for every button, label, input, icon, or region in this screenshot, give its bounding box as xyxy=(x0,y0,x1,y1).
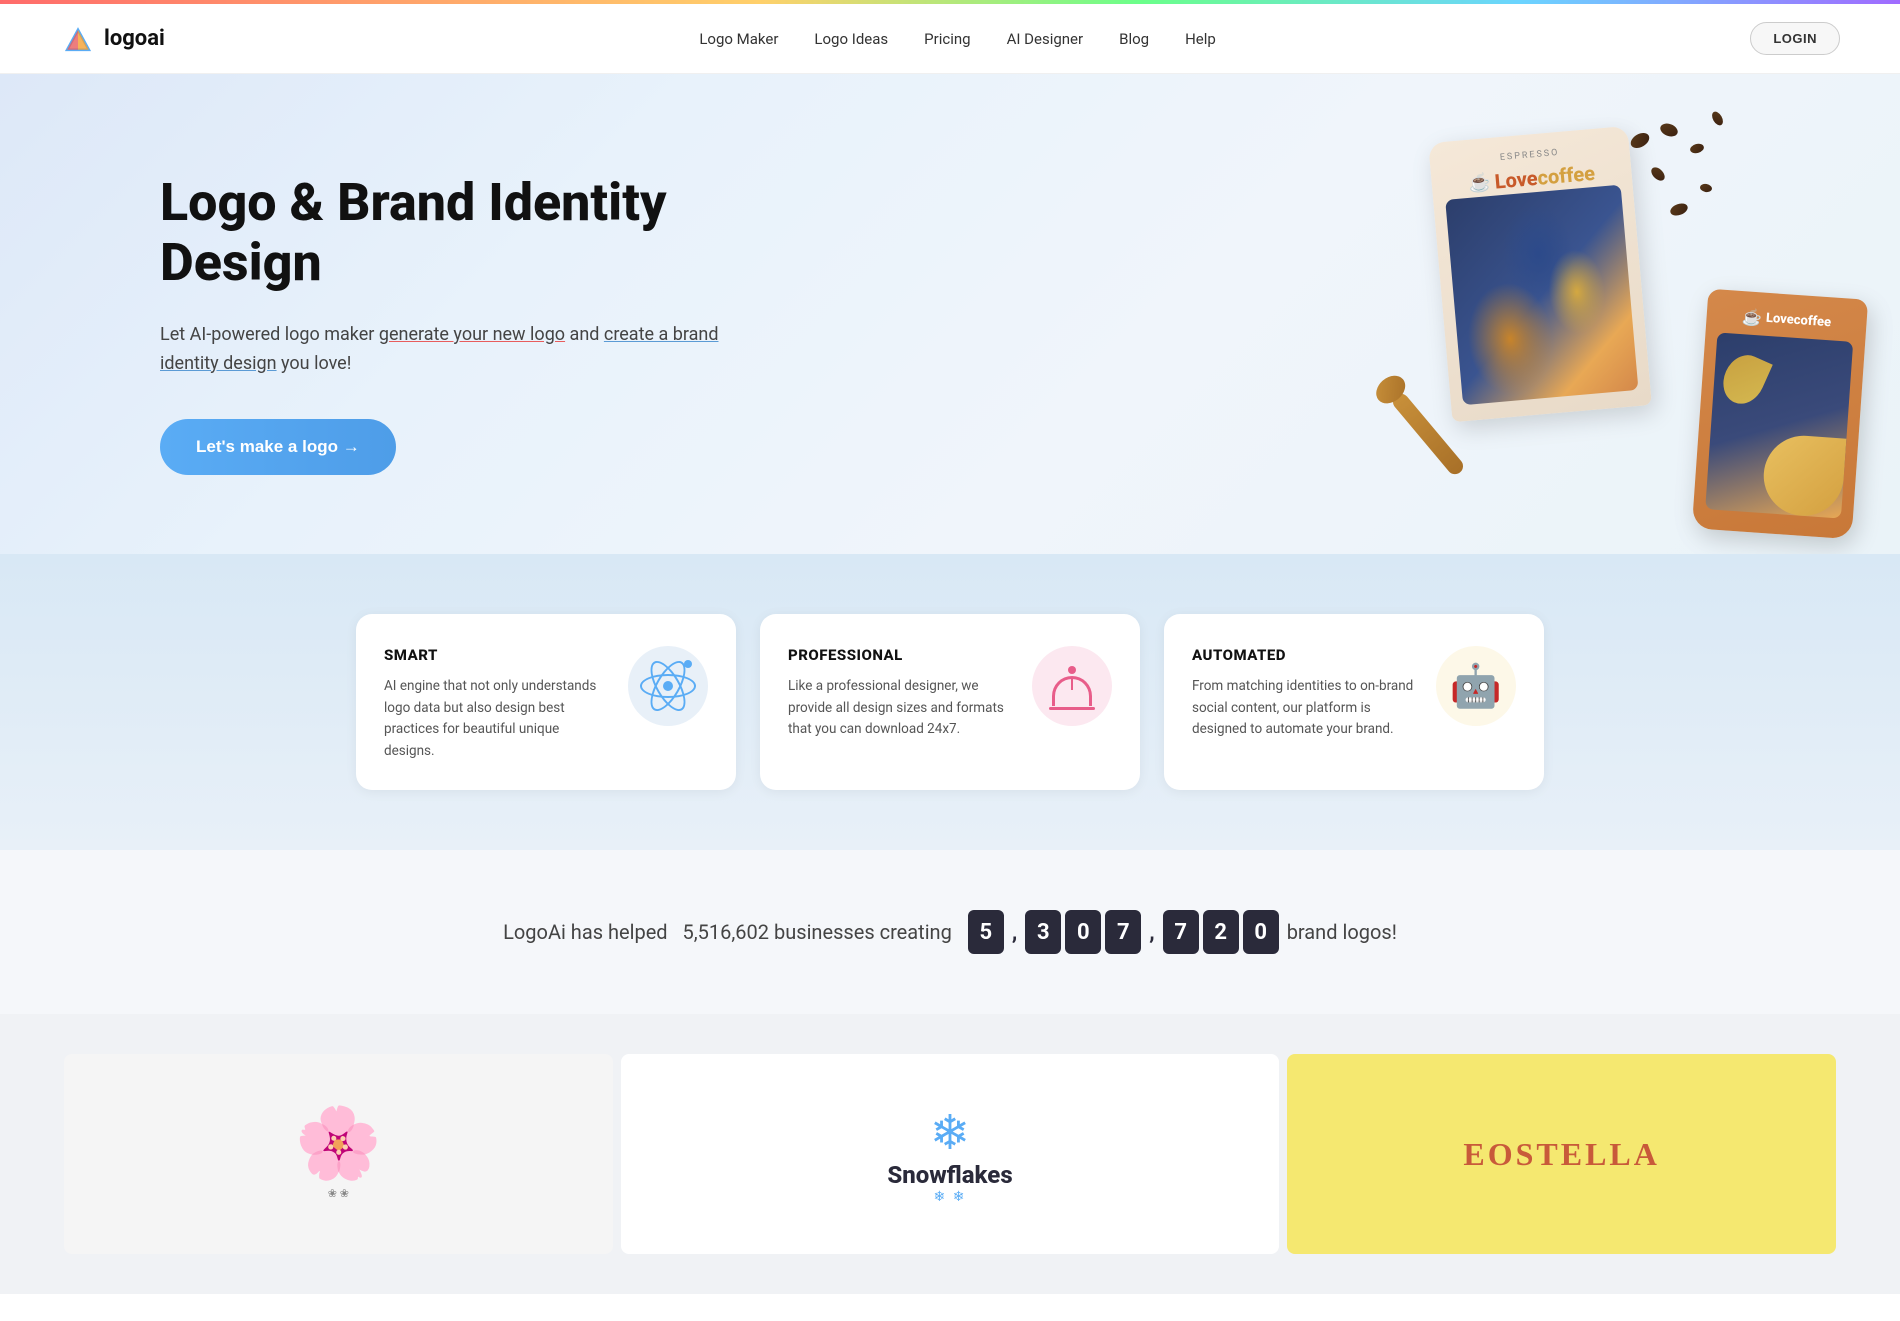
logo-text: logoai xyxy=(104,26,165,51)
hero-images: ESPRESSO ☕ Lovecoffee xyxy=(1360,114,1860,534)
cta-button[interactable]: Let's make a logo → xyxy=(160,419,396,475)
feature-automated-title: AUTOMATED xyxy=(1192,646,1416,664)
hero-subtitle: Let AI-powered logo maker generate your … xyxy=(160,321,720,379)
hero-section: Logo & Brand Identity Design Let AI-powe… xyxy=(0,74,1900,554)
features-section: SMART AI engine that not only understand… xyxy=(0,554,1900,850)
digit-0: 0 xyxy=(1065,910,1101,954)
nav-pricing[interactable]: Pricing xyxy=(924,30,970,48)
hero-subtitle-part2: and xyxy=(565,324,604,345)
navbar: logoai Logo Maker Logo Ideas Pricing AI … xyxy=(0,4,1900,74)
flower-logo: 🌸 ❀ ❀ xyxy=(295,1109,382,1200)
snowflakes-logo: ❄ Snowflakes ❄ ❄ xyxy=(887,1104,1012,1205)
professional-icon xyxy=(1032,646,1112,726)
hero-title: Logo & Brand Identity Design xyxy=(160,173,720,293)
logos-section: 🌸 ❀ ❀ ❄ Snowflakes ❄ ❄ EOSTELLA xyxy=(0,1014,1900,1294)
logo-sample-flower: 🌸 ❀ ❀ xyxy=(64,1054,613,1254)
nav-blog[interactable]: Blog xyxy=(1119,30,1149,48)
digit-3: 3 xyxy=(1025,910,1061,954)
logo-sample-eostella: EOSTELLA xyxy=(1287,1054,1836,1254)
hero-subtitle-part3: you love! xyxy=(277,353,352,374)
digit-5: 5 xyxy=(968,910,1004,954)
feature-professional-desc: Like a professional designer, we provide… xyxy=(788,676,1012,741)
eostella-name: EOSTELLA xyxy=(1463,1136,1660,1173)
nav-links: Logo Maker Logo Ideas Pricing AI Designe… xyxy=(699,30,1215,48)
coffee-cup-image: ☕ Lovecoffee xyxy=(1692,289,1868,540)
nav-help[interactable]: Help xyxy=(1185,30,1216,48)
nav-logo-maker[interactable]: Logo Maker xyxy=(699,30,778,48)
digit-0b: 0 xyxy=(1243,910,1279,954)
hero-content: Logo & Brand Identity Design Let AI-powe… xyxy=(160,173,720,474)
feature-card-automated: AUTOMATED From matching identities to on… xyxy=(1164,614,1544,790)
digit-7: 7 xyxy=(1105,910,1141,954)
logo-icon xyxy=(60,21,96,57)
hero-subtitle-link1[interactable]: generate your new logo xyxy=(379,324,565,345)
coffee-bag-label: ESPRESSO xyxy=(1499,148,1559,163)
login-button[interactable]: LOGIN xyxy=(1750,22,1840,55)
smart-icon xyxy=(628,646,708,726)
logo[interactable]: logoai xyxy=(60,21,165,57)
digit-2: 2 xyxy=(1203,910,1239,954)
feature-professional-title: PROFESSIONAL xyxy=(788,646,1012,664)
stats-counter: 5 , 3 0 7 , 7 2 0 xyxy=(968,910,1279,954)
stats-text-before: LogoAi has helped 5,516,602 businesses c… xyxy=(503,920,952,944)
digit-7b: 7 xyxy=(1163,910,1199,954)
stats-section: LogoAi has helped 5,516,602 businesses c… xyxy=(0,850,1900,1014)
hero-subtitle-part1: Let AI-powered logo maker xyxy=(160,324,379,345)
feature-smart-desc: AI engine that not only understands logo… xyxy=(384,676,608,762)
nav-logo-ideas[interactable]: Logo Ideas xyxy=(814,30,888,48)
nav-ai-designer[interactable]: AI Designer xyxy=(1007,30,1084,48)
feature-automated-desc: From matching identities to on-brand soc… xyxy=(1192,676,1416,741)
coffee-bag-image: ESPRESSO ☕ Lovecoffee xyxy=(1428,126,1652,422)
snowflakes-name: Snowflakes xyxy=(887,1161,1012,1189)
stats-text-after: brand logos! xyxy=(1287,920,1397,944)
automated-icon: 🤖 xyxy=(1436,646,1516,726)
logo-sample-snowflakes: ❄ Snowflakes ❄ ❄ xyxy=(621,1054,1280,1254)
feature-card-professional: PROFESSIONAL Like a professional designe… xyxy=(760,614,1140,790)
coffee-beans xyxy=(1620,114,1740,274)
feature-smart-title: SMART xyxy=(384,646,608,664)
feature-card-smart: SMART AI engine that not only understand… xyxy=(356,614,736,790)
